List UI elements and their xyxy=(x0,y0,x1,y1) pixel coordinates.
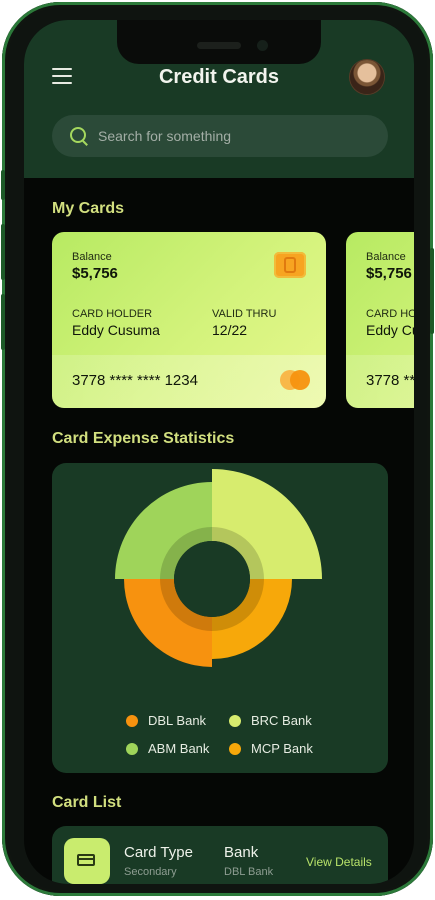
menu-icon[interactable] xyxy=(52,68,72,84)
power-button xyxy=(430,248,434,334)
view-details-link[interactable]: View Details xyxy=(306,855,372,869)
section-title-expense-stats: Card Expense Statistics xyxy=(52,430,235,447)
balance-value: $5,756 xyxy=(72,265,118,282)
legend-dot xyxy=(229,714,241,727)
legend-label: DBL Bank xyxy=(148,713,207,728)
card-holder-label: CARD HOLDER xyxy=(72,308,153,320)
card-list-item[interactable]: Card Type Secondary Bank DBL Bank View D… xyxy=(52,826,388,884)
legend-label: MCP Bank xyxy=(251,741,313,756)
balance-label: Balance xyxy=(72,251,112,263)
volume-down-button xyxy=(1,294,5,350)
section-title-card-list: Card List xyxy=(52,794,122,811)
valid-thru-label: VALID THRU xyxy=(212,308,277,320)
card-holder-value: Eddy Cusuma xyxy=(72,322,160,338)
bank-label: Bank xyxy=(224,844,259,861)
legend-item-brc: BRC Bank xyxy=(229,713,312,728)
speaker xyxy=(197,42,241,49)
card-chip-icon xyxy=(274,252,306,278)
legend-item-dbl: DBL Bank xyxy=(126,713,206,728)
mute-switch xyxy=(1,170,5,200)
avatar[interactable] xyxy=(350,60,384,94)
balance-label: Balance xyxy=(366,251,406,263)
notch xyxy=(117,20,321,64)
credit-card[interactable]: Balance $5,756 CARD HOLDER Eddy Cusuma V… xyxy=(52,232,326,408)
expense-donut-chart xyxy=(115,469,322,667)
valid-thru-value: 12/22 xyxy=(212,322,248,338)
front-camera xyxy=(257,40,268,51)
donut-hole xyxy=(174,541,250,617)
credit-card[interactable]: Balance $5,756 CARD HOLDER Eddy Cusuma 3… xyxy=(346,232,414,408)
search-input[interactable]: Search for something xyxy=(52,115,388,157)
card-number: 3778 **** **** 1234 xyxy=(366,372,414,389)
expense-chart-panel: DBL Bank BRC Bank ABM Bank MCP Bank xyxy=(52,463,388,773)
card-number: 3778 **** **** 1234 xyxy=(72,372,198,389)
legend-dot xyxy=(126,714,138,727)
volume-up-button xyxy=(1,224,5,280)
page-title: Credit Cards xyxy=(158,66,280,88)
bank-value: DBL Bank xyxy=(224,866,274,878)
mastercard-logo-icon-overlap xyxy=(290,370,310,390)
legend-item-mcp: MCP Bank xyxy=(229,741,313,756)
search-icon xyxy=(70,127,86,143)
legend-item-abm: ABM Bank xyxy=(126,741,209,756)
card-holder-label: CARD HOLDER xyxy=(366,308,414,320)
screen: Credit Cards Search for something My Car… xyxy=(24,20,414,884)
search-placeholder: Search for something xyxy=(98,128,232,144)
section-title-my-cards: My Cards xyxy=(52,200,125,217)
card-type-label: Card Type xyxy=(124,844,193,861)
card-holder-value: Eddy Cusuma xyxy=(366,322,414,338)
legend-label: ABM Bank xyxy=(148,741,210,756)
phone-frame: Credit Cards Search for something My Car… xyxy=(1,2,434,896)
balance-value: $5,756 xyxy=(366,265,412,282)
legend-dot xyxy=(126,742,138,755)
legend-label: BRC Bank xyxy=(251,713,312,728)
credit-card-icon xyxy=(64,838,110,884)
legend-dot xyxy=(229,742,241,755)
card-type-value: Secondary xyxy=(124,866,177,878)
